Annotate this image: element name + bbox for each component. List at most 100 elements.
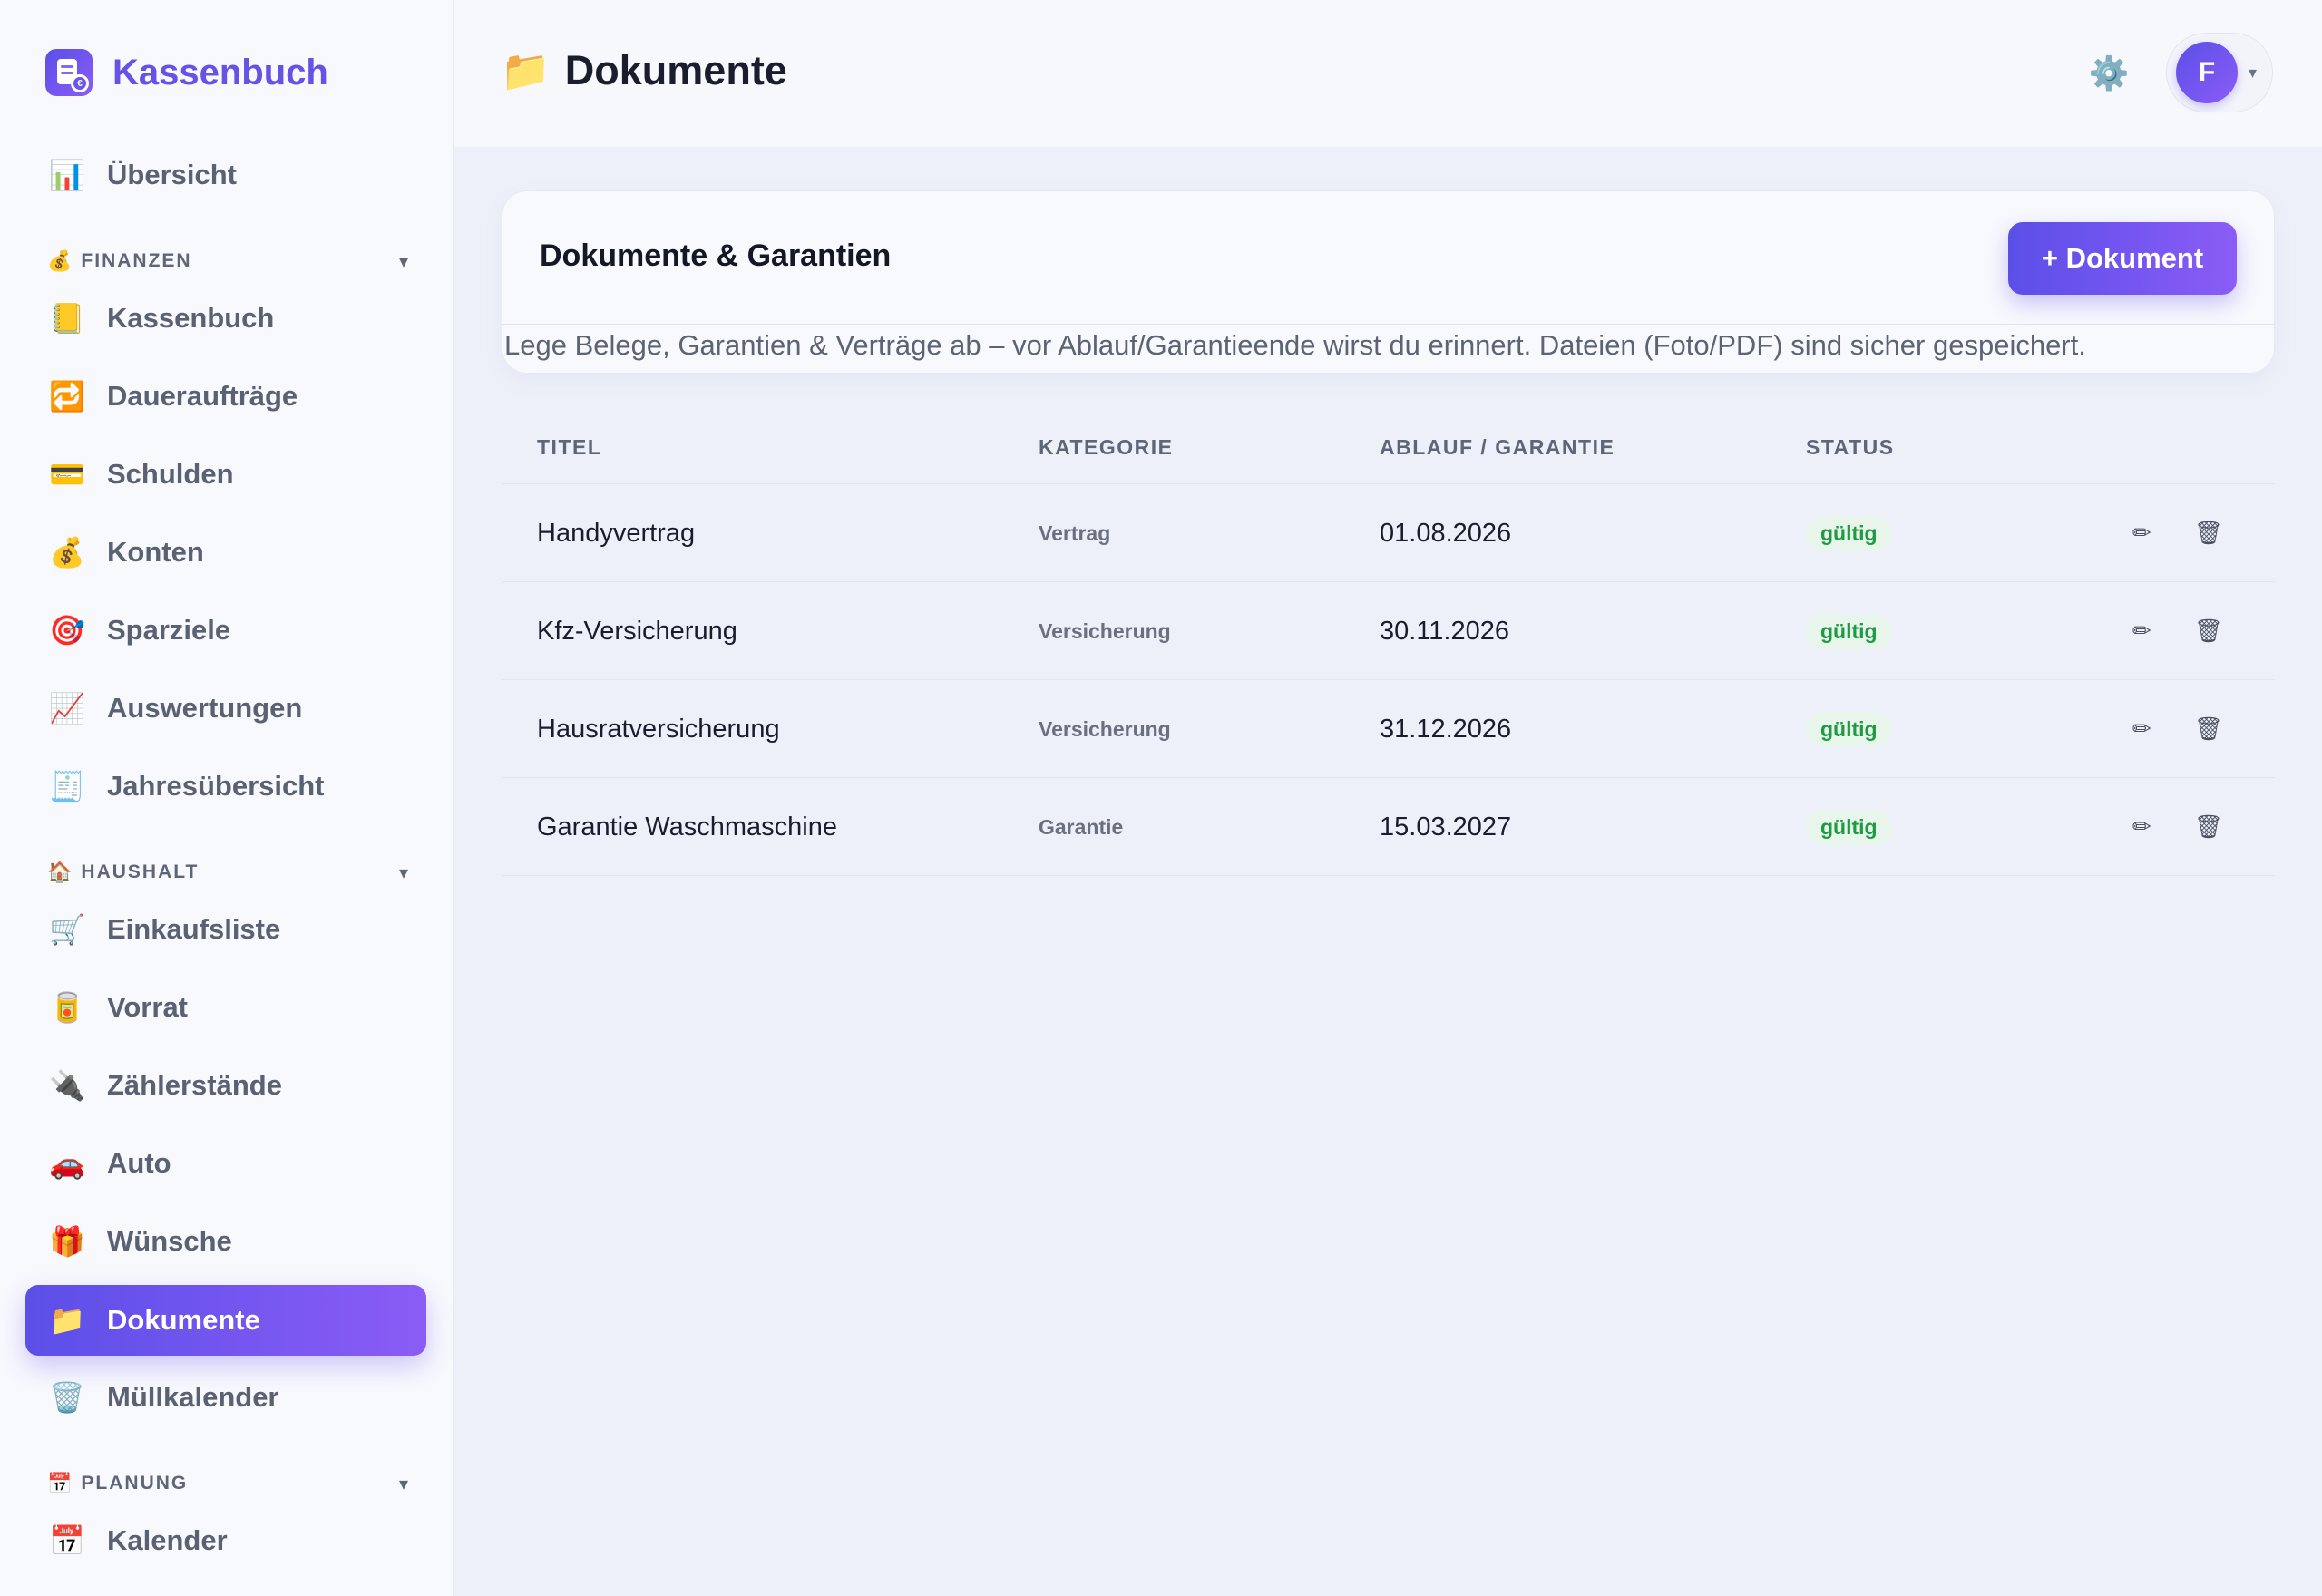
trash-icon[interactable]: 🗑 [2194,582,2223,680]
sidebar-item-sparziele[interactable]: 🎯 Sparziele [25,595,426,666]
status-badge: gültig [1806,515,1892,551]
sidebar: € Kassenbuch 📊 Übersicht 💰 FINANZEN ▾ 📒 … [0,0,454,1596]
sidebar-item-label: Wünsche [107,1225,232,1257]
sidebar-item-label: Kalender [107,1524,228,1556]
document-title: Hausratversicherung [537,714,780,744]
table-row[interactable]: Handyvertrag Vertrag 01.08.2026 gültig ✏… [502,484,2275,582]
documents-card: Dokumente & Garantien + Dokument Lege Be… [502,190,2275,374]
chevron-down-icon[interactable]: ▾ [399,861,408,884]
document-title: Garantie Waschmaschine [537,812,837,842]
trash-icon[interactable]: 🗑 [2194,778,2223,876]
column-header-expiry[interactable]: ABLAUF / GARANTIE [1380,435,1615,460]
target-icon: 🎯 [49,614,85,647]
receipt-icon: 🧾 [49,770,85,803]
status-badge: gültig [1806,809,1892,845]
page-title-text: Dokumente [564,47,787,93]
add-document-button[interactable]: + Dokument [2008,222,2237,295]
sidebar-item-label: Auswertungen [107,692,303,724]
money-bag-icon: 💰 [49,536,85,569]
table-header: TITEL KATEGORIE ABLAUF / GARANTIE STATUS [502,414,2275,484]
house-icon: 🏠 [47,861,73,883]
card-description: Lege Belege, Garantien & Verträge ab – v… [504,329,2086,361]
column-header-category[interactable]: KATEGORIE [1039,435,1174,460]
sidebar-item-uebersicht[interactable]: 📊 Übersicht [25,140,426,210]
sidebar-item-auto[interactable]: 🚗 Auto [25,1128,426,1199]
sidebar-item-kalender[interactable]: 📅 Kalender [25,1505,426,1576]
chevron-down-icon[interactable]: ▾ [399,250,408,273]
credit-card-icon: 💳 [49,458,85,491]
repeat-icon: 🔁 [49,380,85,413]
documents-table: TITEL KATEGORIE ABLAUF / GARANTIE STATUS… [502,414,2275,876]
sidebar-item-label: Auto [107,1147,171,1179]
sidebar-item-label: Vorrat [107,991,189,1023]
sidebar-item-label: Kassenbuch [107,302,275,334]
sidebar-item-dokumente[interactable]: 📁 Dokumente [25,1285,426,1356]
calendar-icon: 📅 [49,1524,85,1557]
divider [502,324,2274,325]
money-bag-icon: 💰 [47,249,73,272]
document-title: Handyvertrag [537,518,696,548]
section-finanzen[interactable]: 💰 FINANZEN ▾ [47,248,408,275]
document-expiry: 15.03.2027 [1380,812,1512,842]
sidebar-item-jahresuebersicht[interactable]: 🧾 Jahresübersicht [25,751,426,822]
sidebar-item-konten[interactable]: 💰 Konten [25,517,426,588]
column-header-title[interactable]: TITEL [537,435,601,460]
sidebar-item-auswertungen[interactable]: 📈 Auswertungen [25,673,426,744]
table-row[interactable]: Hausratversicherung Versicherung 31.12.2… [502,680,2275,778]
sidebar-item-zaehlerstaende[interactable]: 🔌 Zählerstände [25,1050,426,1121]
sidebar-item-label: Zählerstände [107,1069,282,1101]
avatar: F [2176,42,2238,103]
plug-icon: 🔌 [49,1069,85,1102]
wastebasket-icon: 🗑️ [49,1381,85,1414]
brand-name: Kassenbuch [112,52,328,92]
page-title: 📁 Dokumente [501,47,787,94]
brand[interactable]: € Kassenbuch [45,49,328,96]
sidebar-item-label: Müllkalender [107,1381,279,1413]
gift-icon: 🎁 [49,1225,85,1258]
pencil-icon[interactable]: ✏ [2132,680,2151,778]
pencil-icon[interactable]: ✏ [2132,778,2151,876]
sidebar-item-muellkalender[interactable]: 🗑️ Müllkalender [25,1362,426,1433]
canned-food-icon: 🥫 [49,991,85,1024]
section-haushalt[interactable]: 🏠 HAUSHALT ▾ [47,859,408,886]
sidebar-item-wuensche[interactable]: 🎁 Wünsche [25,1206,426,1277]
top-bar: 📁 Dokumente ⚙️ F ▾ [454,0,2322,147]
section-title: FINANZEN [81,250,192,271]
sidebar-item-label: Schulden [107,458,234,490]
card-title: Dokumente & Garantien [540,238,892,273]
line-chart-icon: 📈 [49,692,85,725]
pencil-icon[interactable]: ✏ [2132,484,2151,582]
document-expiry: 30.11.2026 [1380,616,1509,646]
sidebar-item-label: Einkaufsliste [107,913,281,945]
sidebar-item-einkaufsliste[interactable]: 🛒 Einkaufsliste [25,894,426,965]
user-menu[interactable]: F ▾ [2166,33,2273,112]
sidebar-item-schulden[interactable]: 💳 Schulden [25,439,426,510]
ledger-icon: 📒 [49,302,85,335]
bar-chart-icon: 📊 [49,159,85,191]
sidebar-item-label: Übersicht [107,159,237,190]
table-row[interactable]: Kfz-Versicherung Versicherung 30.11.2026… [502,582,2275,680]
calendar-icon: 📅 [47,1472,73,1494]
pencil-icon[interactable]: ✏ [2132,582,2151,680]
chevron-down-icon: ▾ [2249,63,2258,82]
trash-icon[interactable]: 🗑 [2194,484,2223,582]
column-header-status[interactable]: STATUS [1806,435,1895,460]
section-title: PLANUNG [81,1473,189,1494]
document-expiry: 01.08.2026 [1380,518,1512,548]
document-expiry: 31.12.2026 [1380,714,1512,744]
gear-icon[interactable]: ⚙️ [2086,51,2132,96]
section-planung[interactable]: 📅 PLANUNG ▾ [47,1470,408,1497]
trash-icon[interactable]: 🗑 [2194,680,2223,778]
table-row[interactable]: Garantie Waschmaschine Garantie 15.03.20… [502,778,2275,876]
car-icon: 🚗 [49,1147,85,1180]
folder-icon: 📁 [49,1304,85,1337]
document-title: Kfz-Versicherung [537,616,737,646]
sidebar-item-vorrat[interactable]: 🥫 Vorrat [25,972,426,1043]
sidebar-item-kassenbuch[interactable]: 📒 Kassenbuch [25,283,426,354]
sidebar-item-dauerauftraege[interactable]: 🔁 Daueraufträge [25,361,426,432]
section-title: HAUSHALT [81,861,200,882]
sidebar-item-label: Dokumente [107,1304,260,1336]
chevron-down-icon[interactable]: ▾ [399,1473,408,1495]
document-category: Garantie [1039,814,1124,839]
document-category: Versicherung [1039,618,1171,643]
